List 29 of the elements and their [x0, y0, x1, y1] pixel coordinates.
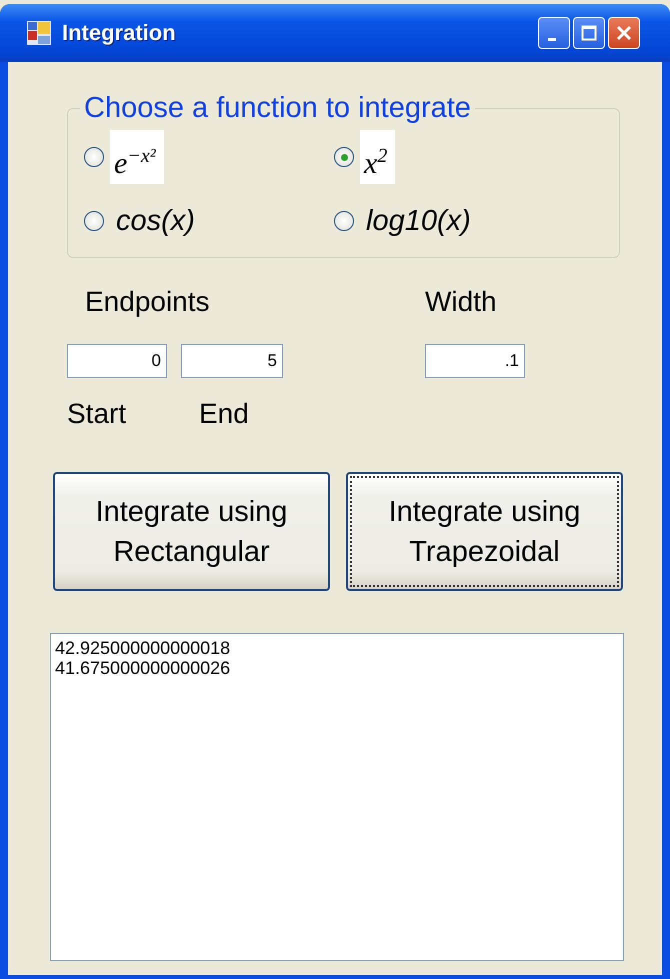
result-line: 41.675000000000026	[55, 658, 232, 678]
radio-button[interactable]	[334, 147, 354, 167]
option-label[interactable]: log10(x)	[366, 204, 471, 238]
window-title: Integration	[62, 20, 177, 46]
radio-button[interactable]	[84, 211, 104, 231]
formula-label[interactable]: x$^{2}$	[360, 130, 396, 184]
width-field[interactable]: .1	[425, 344, 525, 378]
group-title: Choose a function to integrate	[83, 92, 472, 125]
radio-button[interactable]	[84, 147, 104, 167]
result-line: 42.925000000000018	[55, 638, 232, 658]
minimize-icon	[548, 38, 556, 40]
minimize-button[interactable]	[538, 17, 570, 49]
width-label: Width	[425, 286, 498, 319]
start-label: Start	[67, 398, 128, 431]
radio-button[interactable]	[334, 211, 354, 231]
integrate-button[interactable]: Integrate using Trapezoidal	[346, 472, 623, 591]
end-field[interactable]: 5	[181, 344, 283, 378]
close-button[interactable]	[608, 17, 640, 49]
start-field[interactable]: 0	[67, 344, 167, 378]
integrate-button[interactable]: Integrate using Rectangular	[53, 472, 330, 591]
formula-label[interactable]: e$^{−x²}$	[110, 130, 164, 184]
end-label: End	[198, 398, 250, 431]
app-icon	[27, 21, 51, 45]
results-box[interactable]: 42.925000000000018 41.675000000000026	[50, 633, 624, 961]
close-icon	[616, 25, 632, 41]
endpoints-label: Endpoints	[84, 286, 211, 319]
option-label[interactable]: cos(x)	[116, 204, 195, 238]
maximize-icon	[581, 25, 597, 41]
maximize-button[interactable]	[573, 17, 605, 49]
